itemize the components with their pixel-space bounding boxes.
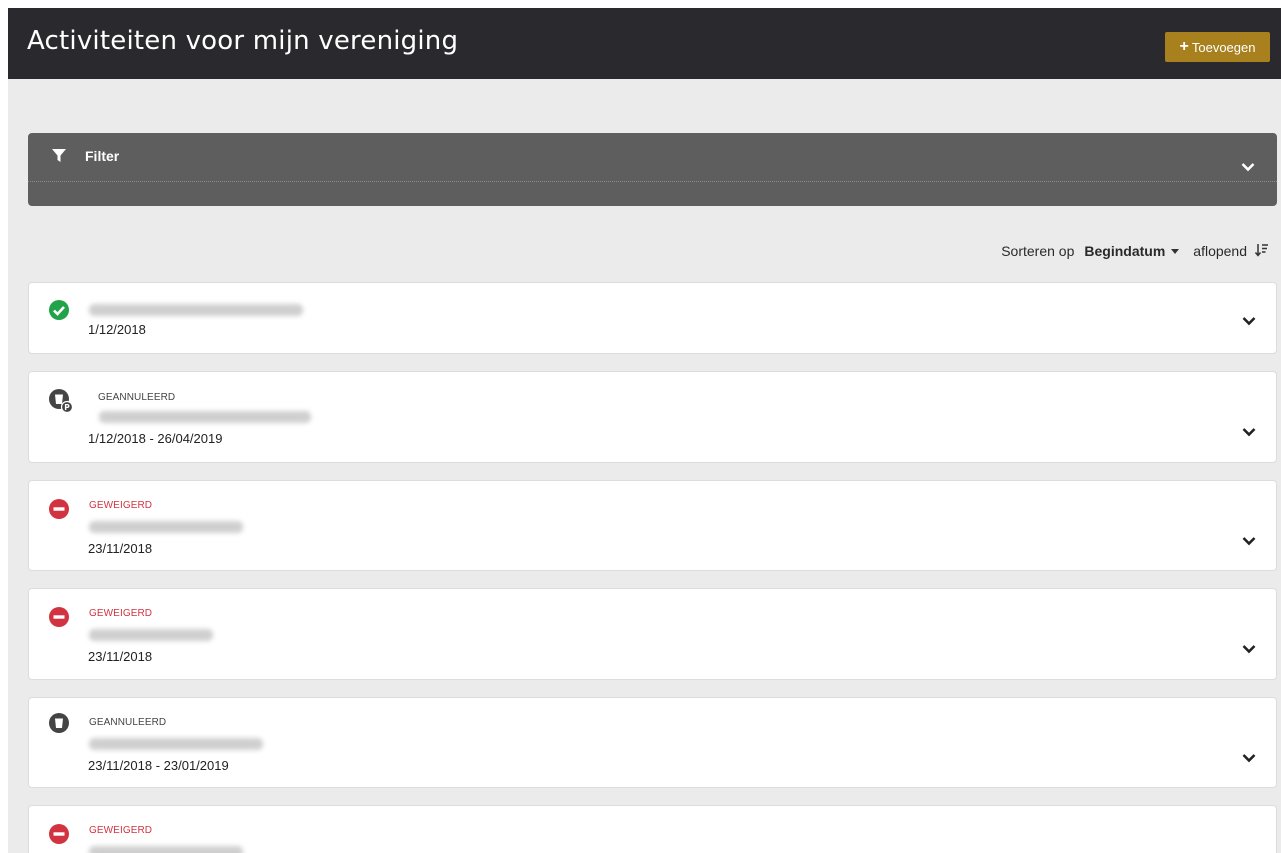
chevron-down-icon[interactable]: [1242, 750, 1256, 768]
sort-label: Sorteren op: [1001, 243, 1075, 259]
activity-card[interactable]: 1/12/2018: [28, 282, 1277, 354]
minus-circle-icon: [48, 606, 70, 633]
filter-icon: [52, 149, 66, 168]
status-badge: GEWEIGERD: [89, 608, 153, 619]
activity-name-redacted: [99, 411, 311, 423]
activity-date: 1/12/2018: [88, 322, 146, 337]
activity-name-redacted: [89, 521, 243, 533]
sort-descending-icon[interactable]: [1254, 243, 1269, 260]
chevron-down-icon[interactable]: [1242, 641, 1256, 659]
activity-name-redacted: [89, 304, 303, 316]
sort-direction-toggle[interactable]: aflopend: [1193, 243, 1247, 259]
activity-name-redacted: [89, 738, 263, 750]
activity-date: 23/11/2018 - 23/01/2019: [88, 758, 229, 773]
activity-card[interactable]: GEWEIGERD: [28, 805, 1277, 853]
check-circle-icon: [48, 299, 70, 326]
minus-circle-icon: [48, 823, 70, 850]
activity-card[interactable]: GEANNULEERD 23/11/2018 - 23/01/2019: [28, 697, 1277, 788]
activity-name-redacted: [89, 846, 243, 853]
page-header: Activiteiten voor mijn vereniging + Toev…: [8, 8, 1281, 79]
status-badge: GEANNULEERD: [89, 717, 167, 728]
status-badge: GEWEIGERD: [89, 825, 153, 836]
activity-date: 1/12/2018 - 26/04/2019: [88, 431, 223, 446]
chevron-down-icon[interactable]: [1242, 424, 1256, 442]
sort-field-dropdown[interactable]: Begindatum: [1084, 243, 1165, 259]
activity-date: 23/11/2018: [88, 541, 153, 556]
chevron-down-icon[interactable]: [1241, 159, 1255, 177]
sort-bar: Sorteren op Begindatum aflopend: [1001, 241, 1269, 261]
activity-date: 23/11/2018: [88, 649, 153, 664]
activity-card[interactable]: P GEANNULEERD 1/12/2018 - 26/04/2019: [28, 371, 1277, 463]
minus-circle-icon: [48, 498, 70, 525]
chevron-down-icon[interactable]: [1242, 533, 1256, 551]
add-button[interactable]: + Toevoegen: [1165, 32, 1270, 62]
add-button-label: Toevoegen: [1191, 39, 1256, 55]
filter-panel[interactable]: Filter: [28, 133, 1277, 206]
filter-label: Filter: [85, 148, 120, 164]
page-title: Activiteiten voor mijn vereniging: [27, 26, 459, 56]
svg-text:P: P: [64, 403, 70, 412]
cup-parking-icon: P: [48, 388, 74, 419]
activity-name-redacted: [89, 629, 213, 641]
cup-icon: [48, 712, 70, 739]
chevron-down-icon[interactable]: [1242, 313, 1256, 331]
activity-card[interactable]: GEWEIGERD 23/11/2018: [28, 480, 1277, 571]
caret-down-icon[interactable]: [1171, 248, 1180, 254]
plus-icon: +: [1179, 38, 1189, 55]
status-badge: GEANNULEERD: [98, 392, 176, 403]
activity-card[interactable]: GEWEIGERD 23/11/2018: [28, 588, 1277, 680]
app-frame: Activiteiten voor mijn vereniging + Toev…: [8, 8, 1281, 853]
filter-divider: [28, 181, 1277, 182]
status-badge: GEWEIGERD: [89, 500, 153, 511]
